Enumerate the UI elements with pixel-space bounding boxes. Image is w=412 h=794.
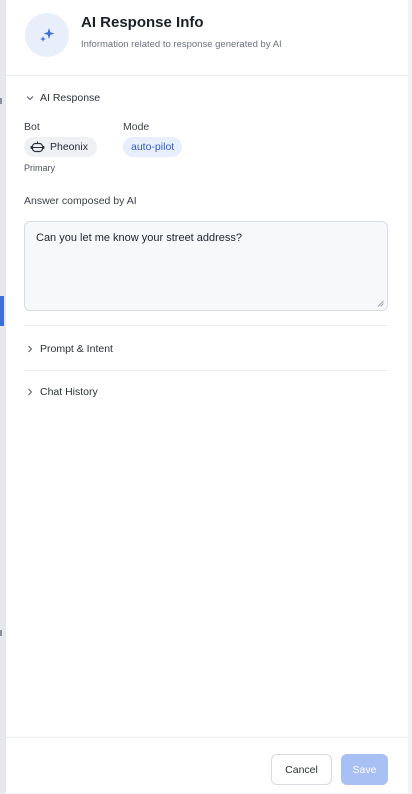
background-active-indicator [0,296,4,326]
bot-name: Pheonix [50,141,88,153]
save-button[interactable]: Save [341,754,388,785]
cancel-button[interactable]: Cancel [271,754,332,785]
page-title: AI Response Info [81,14,204,31]
chevron-down-icon [26,96,34,101]
mode-label: Mode [123,121,150,133]
bot-chip: Pheonix [24,137,97,157]
section-label: AI Response [40,92,101,104]
ai-response-info-panel: AI Response Info Information related to … [5,0,408,793]
section-divider [24,325,388,326]
edge-tick [0,630,2,636]
bot-role: Primary [24,163,55,173]
answer-label: Answer composed by AI [24,195,137,207]
page-subtitle: Information related to response generate… [81,39,282,50]
bot-icon [30,141,45,152]
bot-label: Bot [24,121,40,133]
answer-text: Can you let me know your street address? [36,232,243,244]
panel-footer: Cancel Save [6,737,408,794]
header-badge [25,13,69,57]
answer-textarea[interactable]: Can you let me know your street address? [24,221,388,311]
sparkle-icon [40,28,55,42]
section-label: Chat History [40,386,98,398]
chevron-right-icon [28,345,33,353]
edge-tick [0,98,2,104]
chat-history-section-toggle[interactable]: Chat History [26,386,98,398]
resize-grip-icon[interactable] [377,300,384,307]
mode-value: auto-pilot [131,141,175,153]
panel-header: AI Response Info Information related to … [6,0,408,76]
section-label: Prompt & Intent [40,343,113,355]
section-divider [24,370,388,371]
mode-chip: auto-pilot [123,137,183,157]
ai-response-section-toggle[interactable]: AI Response [26,92,100,104]
prompt-intent-section-toggle[interactable]: Prompt & Intent [26,343,113,355]
chevron-right-icon [28,388,33,396]
